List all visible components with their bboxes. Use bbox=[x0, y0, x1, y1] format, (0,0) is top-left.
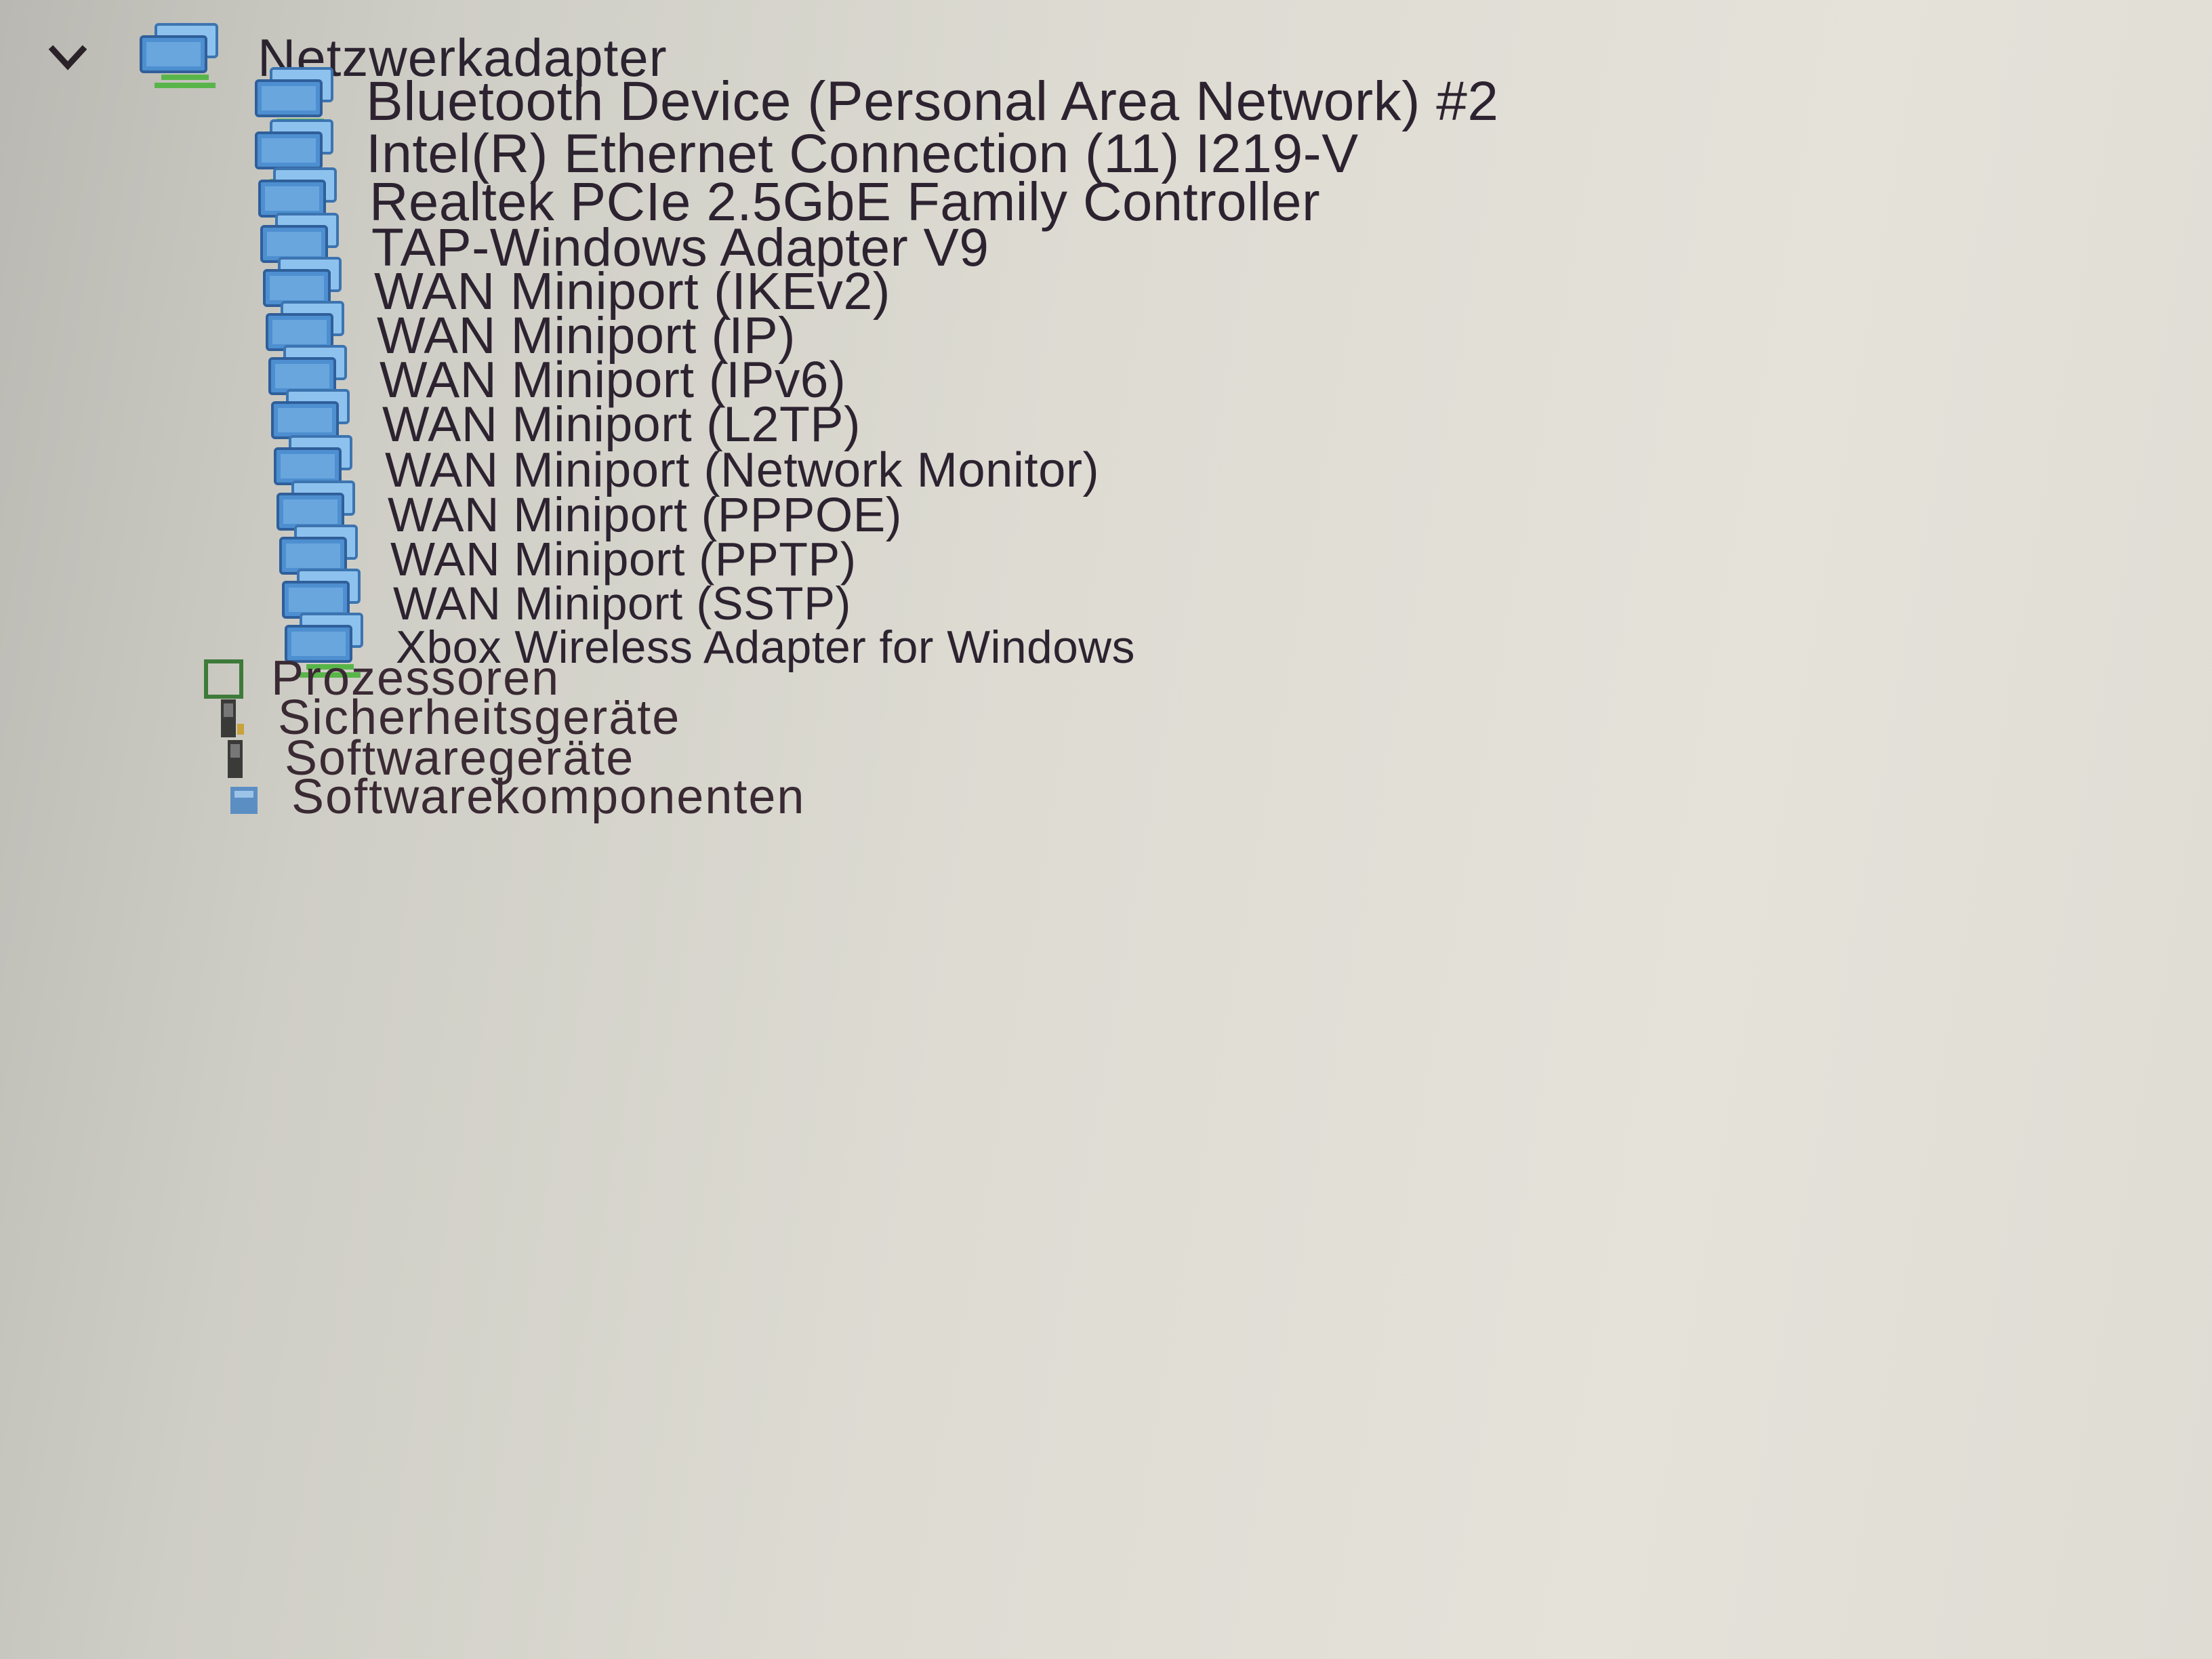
tree-node-category[interactable]: Softwarekomponenten bbox=[224, 769, 805, 825]
tree-node-label: Softwarekomponenten bbox=[291, 770, 806, 824]
software-component-icon bbox=[224, 773, 264, 821]
device-manager-screen: Netzwerkadapter Bluetooth Device (Person… bbox=[0, 0, 2212, 1659]
device-tree: Netzwerkadapter Bluetooth Device (Person… bbox=[0, 0, 2212, 1659]
network-adapter-icon bbox=[136, 20, 224, 95]
chevron-down-icon[interactable] bbox=[41, 30, 95, 85]
